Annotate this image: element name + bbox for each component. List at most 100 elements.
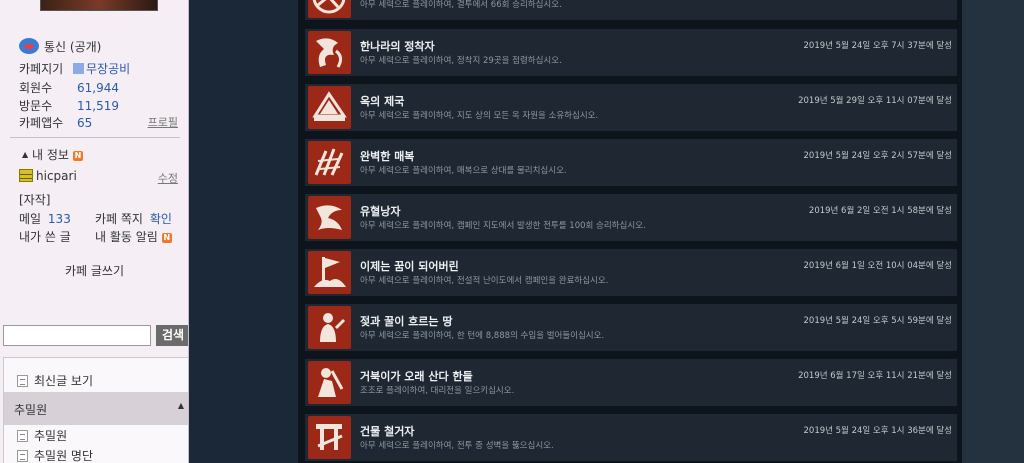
app-count-value[interactable]: 65 [77,116,92,130]
app-count-label: 카페앱수 [19,116,64,130]
visit-count-value: 11,519 [77,99,119,113]
achievement-title: 옥의 제국 [360,95,405,108]
my-activity-label[interactable]: 내 활동 알림 [95,230,158,244]
recent-posts-link[interactable]: 최신글 보기 [17,372,93,389]
achievement-title: 건물 철거자 [360,425,415,438]
cafe-search-input[interactable] [3,325,151,346]
mail-label[interactable]: 메일 [19,212,41,226]
achievement-title: 젖과 꿀이 흐르는 땅 [360,315,453,328]
menu-section-header[interactable]: 추밀원 ▲ [4,392,188,425]
achievement-date: 2019년 5월 29일 오후 11시 07분에 달성 [798,96,952,106]
divider [10,137,180,138]
recent-posts-label[interactable]: 최신글 보기 [34,374,93,388]
achievement-date: 2019년 6월 17일 오후 11시 21분에 달성 [798,371,952,381]
achievement-row: 젖과 꿀이 흐르는 땅 아무 세력으로 플레이하여, 한 턴에 8,888의 수… [305,304,957,351]
menu-item-label[interactable]: 추밀원 [34,429,67,443]
new-badge-icon: N [72,151,83,161]
achievement-row: 옥의 제국 아무 세력으로 플레이하여, 지도 상의 모든 옥 자원을 소유하십… [305,84,957,131]
note-row: 카페 쪽지 확인 [95,210,172,227]
dream-icon [308,251,351,294]
achievement-row: 이제는 꿈이 되어버린 아무 세력으로 플레이하여, 전설적 난이도에서 캠페인… [305,249,957,296]
member-count-value[interactable]: 61,944 [77,81,119,95]
cafe-manager-label: 카페지기 [19,62,64,76]
member-count-row: 회원수 61,944 [19,79,119,96]
cafe-sidebar: 통신 (공개) 카페지기 무장공비 회원수 61,944 방문수 11,519 카페… [0,0,189,463]
menu-section-title: 추밀원 [14,403,48,417]
achievement-date: 2019년 5월 24일 오후 5시 59분에 달성 [803,316,953,326]
achievement-row: 유혈낭자 아무 세력으로 플레이하여, 캠페인 지도에서 발생한 전투를 100… [305,194,957,241]
duel-icon [308,0,351,18]
cafe-status: 통신 (공개) [19,38,101,55]
achievement-desc: 아무 세력으로 플레이하여, 전설적 난이도에서 캠페인을 완료하십시오. [360,276,609,286]
note-label[interactable]: 카페 쪽지 [95,212,143,226]
achievement-row: 건물 철거자 아무 세력으로 플레이하여, 전투 중 성벽을 뚫으십시오. 20… [305,414,957,461]
achievement-desc: 아무 세력으로 플레이하여, 전투 중 성벽을 뚫으십시오. [360,441,554,451]
app-count-row: 카페앱수 65 [19,114,92,131]
cafe-manager-name[interactable]: 무장공비 [86,62,130,76]
achievement-date: 2019년 5월 24일 오후 1시 36분에 달성 [803,426,953,436]
menu-item[interactable]: 추밀원 [17,427,67,444]
achievement-date: 2019년 5월 24일 오후 2시 57분에 달성 [803,151,953,161]
achievement-desc: 아무 세력으로 플레이하여, 매복으로 상대를 물리치십시오. [360,166,567,176]
achievement-row: 완벽한 매복 아무 세력으로 플레이하여, 매복으로 상대를 물리치십시오. 2… [305,139,957,186]
cafe-manager-row: 카페지기 무장공비 [19,60,130,77]
achievement-title: 거북이가 오래 산다 한들 [360,370,473,383]
cafe-thumbnail[interactable] [40,0,158,11]
achievement-date: 2019년 6월 2일 오전 1시 58분에 달성 [808,206,952,216]
achievement-desc: 아무 세력으로 플레이하여, 결투에서 66회 승리하십시오. [360,0,562,10]
board-icon [17,375,28,387]
achievement-desc: 아무 세력으로 플레이하여, 정착지 29곳을 점령하십시오. [360,56,562,66]
note-check-link[interactable]: 확인 [150,212,172,226]
achievement-row: 아무 세력으로 플레이하여, 결투에서 66회 승리하십시오. [305,0,957,20]
write-post-button[interactable]: 카페 글쓰기 [0,262,188,279]
visit-count-row: 방문수 11,519 [19,97,119,114]
demolisher-icon [308,416,351,459]
settler-icon [308,31,351,74]
my-activity-row[interactable]: 내 활동 알림 N [95,228,172,245]
search-button[interactable]: 검색 [156,325,188,346]
visit-count-label: 방문수 [19,99,53,113]
achievement-title: 이제는 꿈이 되어버린 [360,260,459,273]
ambush-icon [308,141,351,184]
cafe-menu: 최신글 보기 추밀원 ▲ 추밀원 추밀원 명단 [3,357,188,463]
cafe-status-text: 통신 (공개) [44,40,102,54]
achievement-date: 2019년 6월 1일 오전 10시 04분에 달성 [803,261,953,271]
achievement-title: 완벽한 매복 [360,150,415,163]
user-row: hicpari [19,169,77,183]
new-badge-icon: N [161,233,172,243]
steam-achievements-page: 아무 세력으로 플레이하여, 결투에서 66회 승리하십시오. 한나라의 정착자… [190,0,1024,463]
board-icon [17,450,28,462]
jade-icon [308,86,351,129]
caret-up-icon: ▲ [22,150,29,159]
achievement-desc: 아무 세력으로 플레이하여, 지도 상의 모든 옥 자원을 소유하십시오. [360,111,599,121]
mail-row: 메일 133 [19,210,71,227]
menu-item[interactable]: 추밀원 명단 [17,447,93,463]
username[interactable]: hicpari [36,169,77,183]
achievement-desc: 아무 세력으로 플레이하여, 캠페인 지도에서 발생한 전투를 100회 승리하… [360,221,646,231]
board-icon [17,430,28,442]
turtle-icon [308,361,351,404]
member-level-icon [19,169,33,182]
my-info-toggle[interactable]: ▲ 내 정보 N [22,146,83,163]
cafe-manager-link[interactable]: 무장공비 [73,62,130,76]
grade-icon [73,63,84,74]
bloodshed-icon [308,196,351,239]
achievement-desc: 조조로 플레이하여, 대리전을 일으키십시오. [360,386,515,396]
my-posts-link[interactable]: 내가 쓴 글 [19,228,71,245]
lips-icon [19,38,39,54]
member-count-label: 회원수 [19,81,53,95]
collapse-icon[interactable]: ▲ [178,401,184,410]
right-gutter [962,0,1024,463]
achievement-title: 한나라의 정착자 [360,40,435,53]
mail-count[interactable]: 133 [48,212,71,226]
edit-profile-link[interactable]: 수정 [158,170,178,186]
my-info-label: 내 정보 [31,148,69,162]
achievement-date: 2019년 5월 24일 오후 7시 37분에 달성 [803,41,953,51]
profile-link[interactable]: 프로필 [148,114,178,130]
achievement-row: 한나라의 정착자 아무 세력으로 플레이하여, 정착지 29곳을 점령하십시오.… [305,29,957,76]
achievement-desc: 아무 세력으로 플레이하여, 한 턴에 8,888의 수입을 벌어들이십시오. [360,331,605,341]
achievement-title: 유혈낭자 [360,205,401,218]
menu-item-label[interactable]: 추밀원 명단 [34,449,93,463]
wealth-icon [308,306,351,349]
achievement-row: 거북이가 오래 산다 한들 조조로 플레이하여, 대리전을 일으키십시오. 20… [305,359,957,406]
